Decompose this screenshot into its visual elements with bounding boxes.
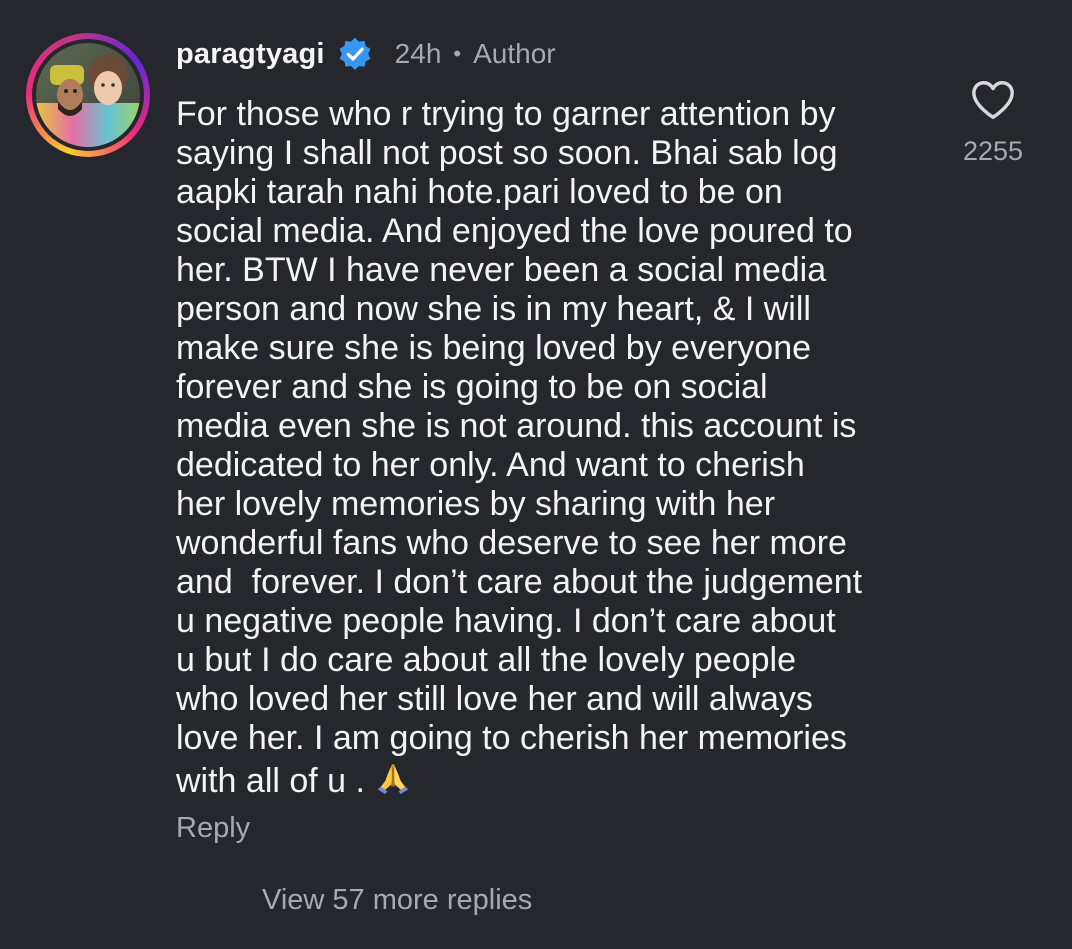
avatar [36,43,140,147]
folded-hands-emoji [378,763,409,795]
comment-header: paragtyagi 24h • Author [176,34,556,74]
verified-badge-icon [339,37,371,70]
comment-text: For those who r trying to garner attenti… [176,95,936,801]
username-link[interactable]: paragtyagi [176,38,325,71]
avatar-story-ring[interactable] [26,33,150,157]
author-label: Author [473,38,556,69]
separator-dot: • [453,41,462,66]
like-count: 2255 [962,136,1024,166]
reply-button[interactable]: Reply [176,812,250,845]
like-area: 2255 [950,78,1036,167]
timestamp: 24h [394,38,442,69]
view-more-replies-button[interactable]: View 57 more replies [262,884,532,917]
comment-body: For those who r trying to garner attenti… [176,95,863,800]
comment-thread-item: paragtyagi 24h • Author For those who r … [0,0,1072,949]
heart-outline-icon[interactable] [970,78,1016,122]
avatar-ring-gap [32,39,144,151]
